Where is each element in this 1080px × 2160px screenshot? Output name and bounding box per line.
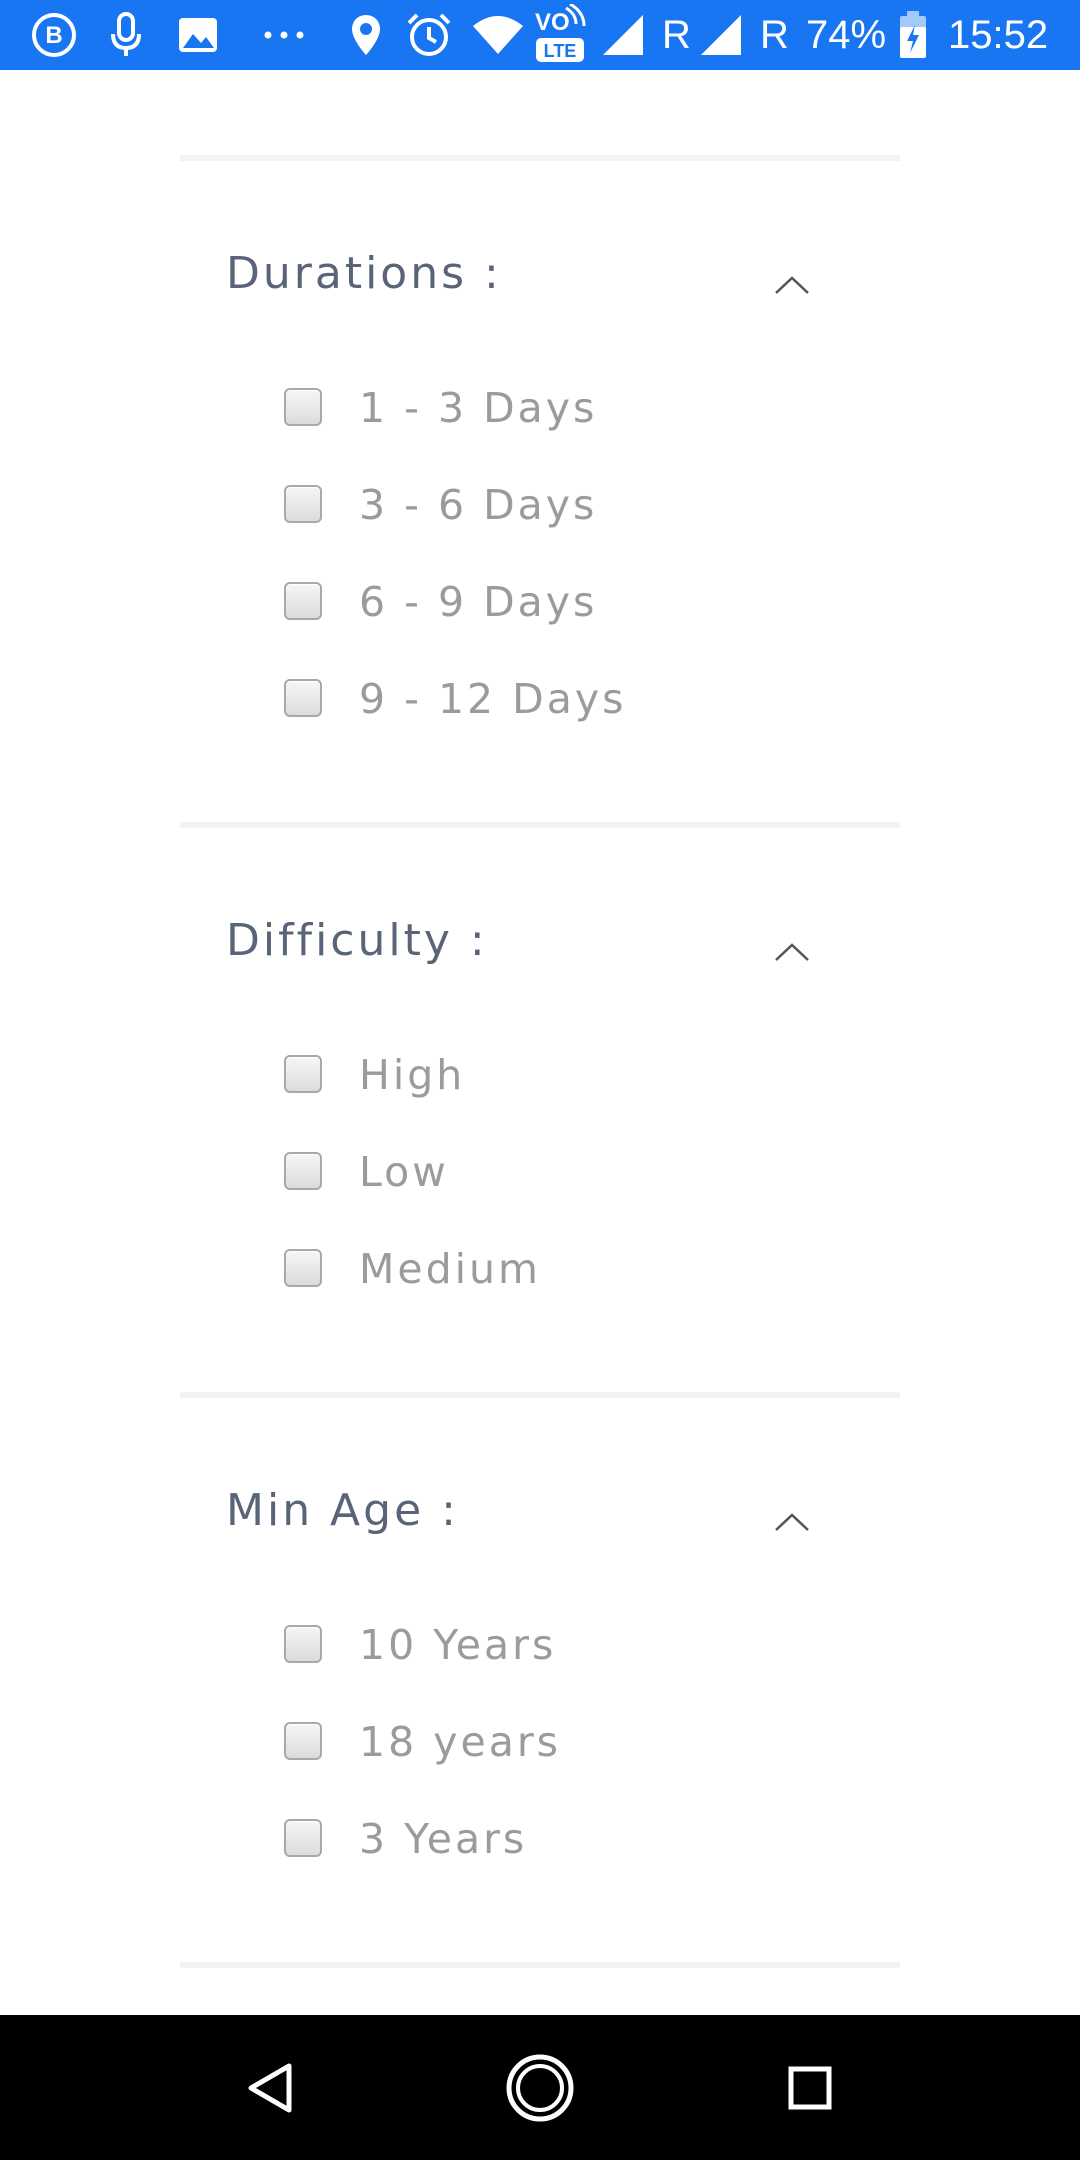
- difficulty-option-medium[interactable]: Medium: [284, 1245, 884, 1309]
- option-label: 3 - 6 Days: [359, 481, 598, 529]
- duration-option-3-6[interactable]: 3 - 6 Days: [284, 481, 884, 545]
- divider: [180, 1392, 900, 1398]
- option-label: Low: [359, 1148, 449, 1196]
- svg-text:LTE: LTE: [544, 41, 577, 61]
- min-age-title: Min Age :: [226, 1485, 459, 1536]
- app-b-icon: B: [28, 0, 80, 70]
- roaming-indicator: R: [760, 13, 789, 57]
- divider: [180, 822, 900, 828]
- divider: [180, 155, 900, 161]
- location-pin-icon: [348, 0, 384, 70]
- option-label: 18 years: [359, 1718, 562, 1766]
- option-label: Medium: [359, 1245, 541, 1293]
- chevron-up-icon[interactable]: [772, 940, 812, 964]
- svg-text:B: B: [45, 22, 62, 49]
- wifi-icon: [470, 0, 526, 70]
- clock-time: 15:52: [948, 13, 1049, 57]
- divider: [180, 1962, 900, 1968]
- navigation-bar: [0, 2015, 1080, 2160]
- difficulty-title: Difficulty :: [226, 915, 488, 966]
- svg-text:VO: VO: [535, 9, 570, 36]
- checkbox[interactable]: [284, 1625, 322, 1663]
- chevron-up-icon[interactable]: [772, 1510, 812, 1534]
- signal-icon: [600, 0, 646, 70]
- option-label: 1 - 3 Days: [359, 384, 598, 432]
- option-label: 9 - 12 Days: [359, 675, 627, 723]
- checkbox[interactable]: [284, 1055, 322, 1093]
- image-icon: [176, 0, 220, 70]
- checkbox[interactable]: [284, 1819, 322, 1857]
- status-bar: B VO LTE R R 74% 15:52: [0, 0, 1080, 70]
- min-age-option-3[interactable]: 3 Years: [284, 1815, 884, 1879]
- chevron-up-icon[interactable]: [772, 273, 812, 297]
- option-label: High: [359, 1051, 466, 1099]
- more-dots-icon: [262, 0, 306, 70]
- durations-title: Durations :: [226, 248, 502, 299]
- difficulty-option-low[interactable]: Low: [284, 1148, 884, 1212]
- roaming-indicator: R: [662, 13, 691, 57]
- duration-option-6-9[interactable]: 6 - 9 Days: [284, 578, 884, 642]
- option-label: 3 Years: [359, 1815, 528, 1863]
- checkbox[interactable]: [284, 1249, 322, 1287]
- checkbox[interactable]: [284, 582, 322, 620]
- filter-panel: Durations : 1 - 3 Days 3 - 6 Days 6 - 9 …: [0, 70, 1080, 2015]
- checkbox[interactable]: [284, 388, 322, 426]
- duration-option-1-3[interactable]: 1 - 3 Days: [284, 384, 884, 448]
- recents-icon[interactable]: [760, 2015, 860, 2160]
- checkbox[interactable]: [284, 1152, 322, 1190]
- signal-icon: [698, 0, 744, 70]
- min-age-option-18[interactable]: 18 years: [284, 1718, 884, 1782]
- difficulty-option-high[interactable]: High: [284, 1051, 884, 1115]
- option-label: 6 - 9 Days: [359, 578, 598, 626]
- alarm-icon: [404, 0, 454, 70]
- checkbox[interactable]: [284, 1722, 322, 1760]
- back-icon[interactable]: [220, 2015, 320, 2160]
- duration-option-9-12[interactable]: 9 - 12 Days: [284, 675, 884, 739]
- option-label: 10 Years: [359, 1621, 557, 1669]
- volte-icon: VO LTE: [532, 0, 588, 70]
- battery-percent: 74%: [806, 13, 887, 57]
- battery-charging-icon: [898, 0, 928, 70]
- checkbox[interactable]: [284, 485, 322, 523]
- checkbox[interactable]: [284, 679, 322, 717]
- home-icon[interactable]: [490, 2015, 590, 2160]
- min-age-option-10[interactable]: 10 Years: [284, 1621, 884, 1685]
- microphone-icon: [106, 0, 146, 70]
